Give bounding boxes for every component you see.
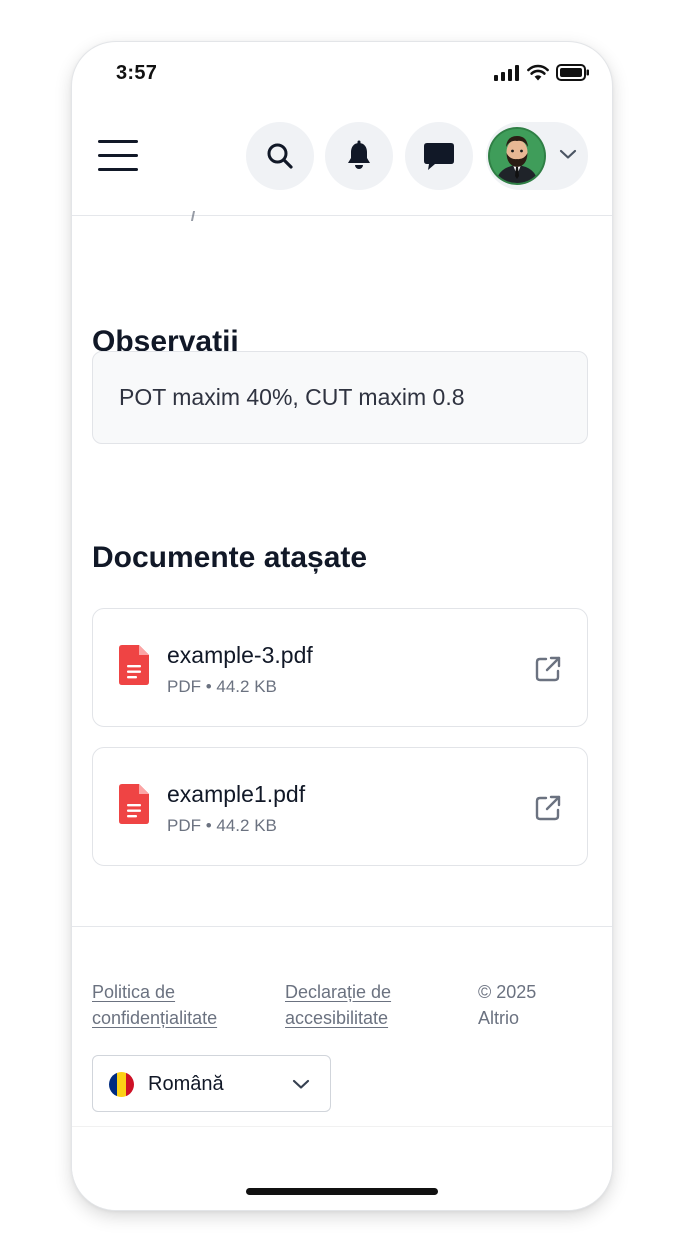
battery-icon [556,64,589,81]
footer: Politica de confidențialitate Declarație… [72,926,612,1126]
chat-bubble-icon [424,143,454,170]
documents-title: Documente atașate [92,541,368,574]
document-card[interactable]: example1.pdf PDF • 44.2 KB [92,747,588,866]
romania-flag-icon [109,1072,134,1097]
copyright-year: © 2025 [478,982,537,1002]
document-name: example1.pdf [167,781,306,807]
accessibility-statement-link[interactable]: Declarație de accesibilitate [285,979,391,1031]
copyright: © 2025 Altrio [478,979,598,1031]
accessibility-link-line-2: accesibilitate [285,1008,389,1028]
notifications-button[interactable] [325,122,393,190]
document-meta: PDF • 44.2 KB [167,816,277,835]
privacy-link-line-2: confidențialitate [92,1008,218,1028]
status-bar: 3:57 [72,42,612,106]
main-content: Observații POT maxim 40%, CUT maxim 0.8 … [72,211,612,927]
chevron-down-icon [559,149,577,159]
search-icon [267,143,293,169]
document-card[interactable]: example-3.pdf PDF • 44.2 KB [92,608,588,727]
observations-box: POT maxim 40%, CUT maxim 0.8 [92,351,588,444]
avatar [490,129,544,183]
hamburger-menu-icon[interactable] [98,140,140,174]
language-select[interactable]: Română [92,1055,331,1112]
document-meta: PDF • 44.2 KB [167,677,277,696]
app-header [72,118,612,216]
privacy-link-line-1: Politica de [92,982,176,1002]
copyright-company: Altrio [478,1008,520,1028]
search-button[interactable] [246,122,314,190]
status-time: 3:57 [116,62,158,84]
cellular-signal-icon [494,64,519,81]
status-icons [494,64,590,81]
language-selected: Română [148,1073,224,1095]
accessibility-link-line-1: Declarație de [285,982,392,1002]
document-name: example-3.pdf [167,642,313,668]
profile-menu-button[interactable] [486,122,588,190]
privacy-policy-link[interactable]: Politica de confidențialitate [92,979,217,1031]
observations-text: POT maxim 40%, CUT maxim 0.8 [119,384,465,410]
external-link-icon[interactable] [534,655,562,683]
wifi-icon [527,64,549,81]
scrolled-text-fragment [182,211,196,221]
pdf-file-icon [119,784,149,824]
external-link-icon[interactable] [534,794,562,822]
home-indicator[interactable] [246,1188,438,1195]
chevron-down-icon [292,1079,310,1089]
pdf-file-icon [119,645,149,685]
messages-button[interactable] [405,122,473,190]
bottom-safe-area [72,1126,612,1210]
phone-frame: 3:57 Observații POT maxim 40%, CUT maxim… [72,42,612,1210]
bell-icon [348,140,370,169]
